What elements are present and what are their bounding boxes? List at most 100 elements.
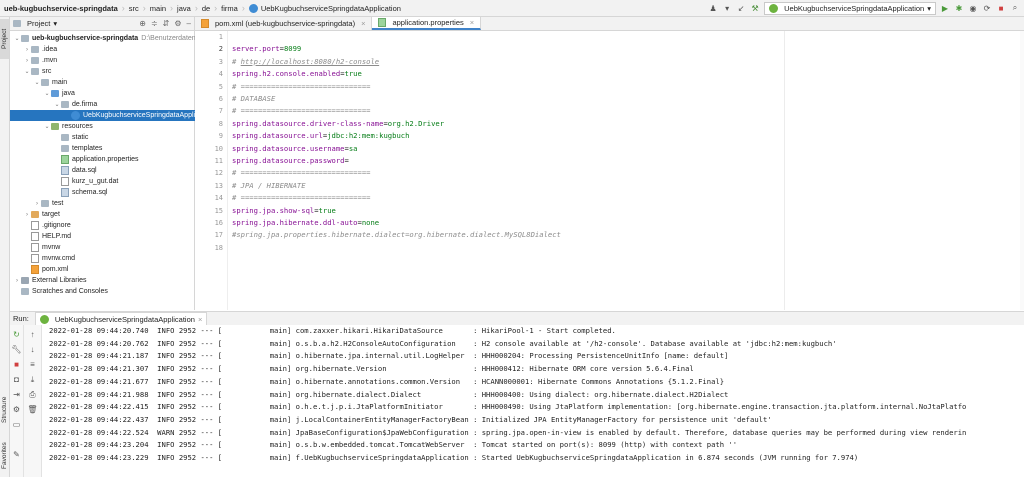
line-number: 14	[214, 194, 223, 203]
chevron-down-icon[interactable]: ⌄	[53, 101, 61, 108]
tree-item[interactable]: ⌄ main	[10, 77, 217, 88]
editor-tab[interactable]: pom.xml (ueb-kugbuchservice-springdata) ×	[195, 17, 373, 30]
editor-tab[interactable]: application.properties ×	[372, 17, 482, 30]
chevron-down-icon[interactable]: ⌄	[33, 79, 41, 86]
chevron-down-icon[interactable]: ⌄	[43, 90, 51, 97]
run-tab-label: UebKugbuchserviceSpringdataApplication	[54, 314, 195, 324]
tool-tab-favorites[interactable]: Favorites	[0, 435, 9, 477]
line-number: 13	[214, 181, 223, 190]
debug-icon[interactable]: ✱	[954, 3, 964, 13]
console-output[interactable]: 2022-01-28 09:44:20.740 INFO 2952 --- [ …	[42, 325, 1024, 477]
run-tab[interactable]: UebKugbuchserviceSpringdataApplication ×	[34, 312, 208, 325]
code-token: none	[361, 218, 380, 227]
tree-item-label: pom.xml	[42, 266, 69, 273]
tree-item[interactable]: › .idea	[10, 44, 207, 55]
tree-item[interactable]: mvnw	[10, 242, 207, 253]
restore-layout-icon[interactable]: ▭	[10, 419, 23, 430]
collapse-all-icon[interactable]: ≑	[151, 19, 158, 28]
exit-icon[interactable]: ⇥	[10, 389, 23, 400]
breadcrumb-de[interactable]: de	[198, 4, 214, 13]
code-token: 8099	[283, 44, 302, 54]
search-icon[interactable]: ⌕	[1010, 3, 1020, 13]
chevron-right-icon[interactable]: ›	[23, 212, 31, 218]
breadcrumb-src[interactable]: src	[125, 4, 143, 13]
scroll-to-end-icon[interactable]: ⤓	[24, 374, 41, 385]
chevron-down-icon[interactable]: ⌄	[43, 123, 51, 130]
tree-item[interactable]: › .mvn	[10, 55, 207, 66]
chevron-down-icon[interactable]: ⌄	[23, 68, 31, 75]
tree-item[interactable]: › External Libraries	[10, 275, 197, 286]
close-icon[interactable]: ×	[361, 19, 365, 28]
stop-icon[interactable]: ■	[996, 3, 1006, 13]
expand-all-icon[interactable]: ⇵	[163, 19, 170, 28]
project-panel-title[interactable]: Project	[27, 19, 50, 28]
tree-item[interactable]: › target	[10, 209, 207, 220]
code-token: org.h2.Driver	[387, 118, 445, 128]
code-token: # ==============================	[232, 193, 371, 203]
code-line: # ==============================	[232, 105, 370, 117]
chevron-right-icon[interactable]: ›	[23, 58, 31, 64]
wrench-icon[interactable]: 🔧︎	[10, 344, 23, 355]
profile-icon[interactable]: ⟳	[982, 3, 992, 13]
code-token: # ==============================	[232, 106, 371, 116]
code-line: #spring.jpa.properties.hibernate.dialect…	[232, 229, 561, 241]
close-icon[interactable]: ×	[470, 18, 474, 27]
rerun-icon[interactable]: ↻	[10, 329, 23, 340]
up-arrow-icon[interactable]: ↑	[24, 329, 41, 340]
project-panel: Project ▾ ⊕ ≑ ⇵ ⚙ – ⌄ ueb-kugbuchservice-…	[10, 17, 247, 310]
tool-tab-project[interactable]: Project	[0, 19, 9, 59]
code-token: spring.h2.console.enabled	[232, 69, 341, 79]
code-editor[interactable]: server.port=8099 # http://localhost:8080/…	[228, 31, 1024, 310]
stop-icon[interactable]: ■	[10, 359, 23, 370]
line-number: 1	[218, 33, 223, 41]
breadcrumb-firma[interactable]: firma	[217, 4, 242, 13]
code-token: # ==============================	[232, 168, 371, 178]
file-icon	[61, 166, 69, 175]
breadcrumb-class[interactable]: UebKugbuchserviceSpringdataApplication	[245, 3, 405, 13]
settings-icon[interactable]: ⚙	[10, 404, 23, 415]
code-line: # JPA / HIBERNATE	[232, 180, 306, 192]
tree-item-label: mvnw.cmd	[42, 255, 76, 262]
chevron-down-icon[interactable]: ▾	[53, 19, 57, 28]
user-icon[interactable]: ♟	[708, 3, 718, 13]
locate-icon[interactable]: ⊕	[139, 19, 146, 28]
tree-item[interactable]: ⌄ src	[10, 66, 207, 77]
run-configuration-select[interactable]: UebKugbuchserviceSpringdataApplication ▾	[764, 1, 936, 15]
tree-item[interactable]: ⌄ ueb-kugbuchservice-springdata D:\Benutze…	[10, 33, 197, 44]
console-line: 2022-01-28 09:44:21.307 INFO 2952 --- [ …	[49, 364, 694, 374]
coverage-icon[interactable]: ◉	[968, 3, 978, 13]
tree-item[interactable]: Scratches and Consoles	[10, 286, 197, 297]
chevron-right-icon[interactable]: ›	[23, 47, 31, 53]
tree-item[interactable]: › test	[10, 198, 217, 209]
project-panel-tools: ⊕ ≑ ⇵ ⚙ –	[139, 17, 191, 30]
tool-tab-structure[interactable]: Structure	[0, 387, 9, 432]
folder-icon	[61, 101, 69, 108]
code-token: http://localhost:8080/h2-console	[240, 56, 380, 66]
tree-item[interactable]: pom.xml	[10, 264, 207, 275]
minimize-icon[interactable]: –	[187, 19, 191, 28]
chevron-right-icon[interactable]: ›	[33, 201, 41, 207]
trash-icon[interactable]: 🗑︎	[24, 404, 41, 415]
tree-item[interactable]: mvnw.cmd	[10, 253, 207, 264]
chevron-down-icon[interactable]: ⌄	[13, 35, 21, 42]
breadcrumb-project[interactable]: ueb-kugbuchservice-springdata	[0, 4, 122, 13]
tree-item[interactable]: .gitignore	[10, 220, 207, 231]
file-icon	[71, 111, 80, 120]
camera-icon[interactable]: ◘	[10, 374, 23, 385]
breadcrumb-main[interactable]: main	[146, 4, 170, 13]
print-icon[interactable]: ⎙	[24, 389, 41, 400]
pin-icon[interactable]: ✎	[10, 449, 23, 460]
chevron-down-icon[interactable]: ▾	[722, 3, 732, 13]
chevron-right-icon[interactable]: ›	[13, 278, 21, 284]
down-arrow-icon[interactable]: ↓	[24, 344, 41, 355]
build-hammer-icon[interactable]: ⚒	[750, 3, 760, 13]
tree-item[interactable]: HELP.md	[10, 231, 207, 242]
run-icon[interactable]: ▶	[940, 3, 950, 13]
breadcrumb-java[interactable]: java	[173, 4, 195, 13]
editor-scrollbar[interactable]	[1020, 31, 1024, 310]
gear-icon[interactable]: ⚙	[174, 19, 181, 28]
back-arrow-icon[interactable]: ↙	[736, 3, 746, 13]
code-line: spring.datasource.username=sa	[232, 143, 358, 155]
soft-wrap-icon[interactable]: ≡	[24, 359, 41, 370]
close-icon[interactable]: ×	[198, 315, 202, 324]
